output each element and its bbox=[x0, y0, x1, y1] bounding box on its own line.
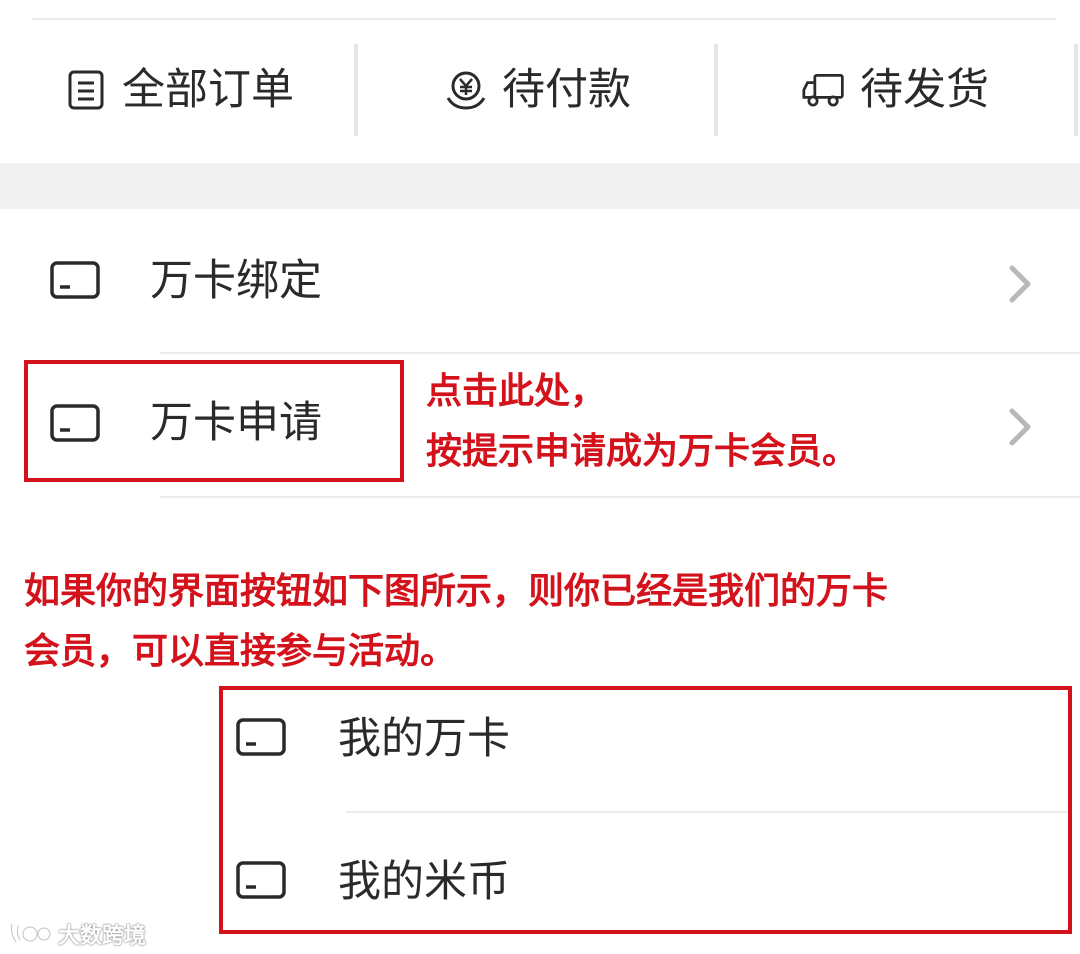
watermark: 大数跨境 bbox=[8, 918, 146, 950]
chevron-right-icon bbox=[1009, 408, 1031, 446]
section-gap bbox=[0, 163, 1080, 209]
card-icon bbox=[50, 261, 100, 299]
delivery-truck-icon bbox=[802, 68, 846, 112]
tab-separator bbox=[1074, 44, 1078, 136]
highlight-box-apply bbox=[24, 360, 404, 482]
tab-pending-payment-label: 待付款 bbox=[502, 64, 631, 115]
tab-pending-payment[interactable]: 待付款 bbox=[444, 52, 631, 128]
tab-all-orders[interactable]: 全部订单 bbox=[64, 52, 294, 128]
payment-yen-icon bbox=[444, 68, 488, 112]
tab-pending-shipment[interactable]: 待发货 bbox=[802, 52, 989, 128]
menu-row-my-coins-label: 我的米币 bbox=[338, 857, 510, 907]
chevron-right-icon bbox=[1009, 265, 1031, 303]
row-divider bbox=[160, 496, 1080, 498]
annotation-member-hint: 如果你的界面按钮如下图所示，则你已经是我们的万卡 会员，可以直接参与活动。 bbox=[24, 571, 889, 672]
menu-row-card-bind-label: 万卡绑定 bbox=[150, 256, 322, 306]
top-divider bbox=[32, 18, 1056, 20]
watermark-text: 大数跨境 bbox=[58, 924, 147, 949]
menu-row-my-card-label: 我的万卡 bbox=[338, 714, 510, 764]
tab-all-orders-label: 全部订单 bbox=[122, 64, 294, 115]
annotation-apply-hint: 点击此处， 按提示申请成为万卡会员。 bbox=[426, 371, 859, 472]
tab-pending-shipment-label: 待发货 bbox=[860, 64, 989, 115]
watermark-logo-icon bbox=[10, 922, 52, 944]
tab-separator bbox=[714, 44, 718, 136]
card-icon bbox=[236, 861, 286, 899]
tab-separator bbox=[354, 44, 358, 136]
card-icon bbox=[236, 718, 286, 756]
order-list-icon bbox=[64, 68, 108, 112]
